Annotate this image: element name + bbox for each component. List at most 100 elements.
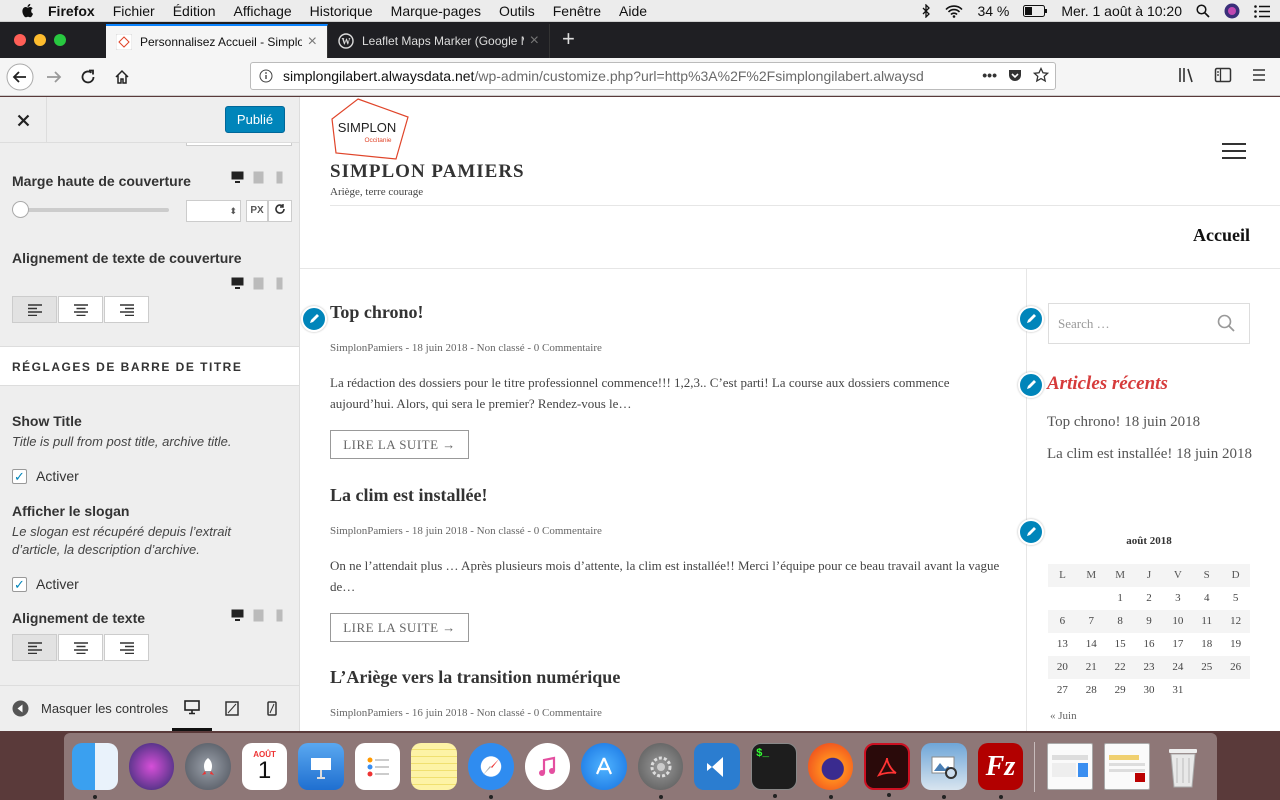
filezilla-icon[interactable]: Fz [977,743,1024,799]
acrobat-icon[interactable] [864,743,911,797]
notification-center-icon[interactable] [1254,4,1270,18]
dock-document-thumbnail[interactable] [1103,743,1150,790]
reminders-icon[interactable] [354,743,401,790]
cover-margin-slider[interactable] [12,208,169,212]
url-bar[interactable]: simplongilabert.alwaysdata.net/wp-admin/… [250,62,1056,90]
tablet-icon[interactable] [252,277,265,290]
wifi-icon[interactable] [945,4,964,18]
apple-icon[interactable] [20,3,34,18]
edit-shortcut-button[interactable] [1018,306,1044,332]
home-button[interactable] [108,63,136,91]
pocket-icon[interactable] [1007,67,1023,83]
align-left-button[interactable] [12,296,57,323]
tab-customize[interactable]: Personnalisez Accueil - Simplon × [106,24,328,58]
search-input[interactable]: Search … [1048,303,1250,344]
menu-edition[interactable]: Édition [173,0,216,22]
tablet-icon[interactable] [252,609,265,622]
clock[interactable]: Mer. 1 août à 10:20 [1061,3,1182,19]
spotlight-search-icon[interactable] [1196,4,1210,18]
align-left-button[interactable] [12,634,57,661]
edit-shortcut-button[interactable] [1018,519,1044,545]
menu-fenetre[interactable]: Fenêtre [553,0,601,22]
menu-marque-pages[interactable]: Marque-pages [391,0,481,22]
mobile-icon[interactable] [273,277,286,290]
post-title[interactable]: Top chrono! [330,302,424,323]
mobile-menu-icon[interactable] [1222,143,1246,159]
close-customizer-button[interactable] [0,97,47,143]
battery-percent[interactable]: 34 % [977,3,1009,19]
read-more-button[interactable]: LIRE LA SUITE → [330,430,469,459]
zoom-window-button[interactable] [54,34,66,46]
new-tab-icon[interactable]: + [562,26,575,52]
menu-outils[interactable]: Outils [499,0,535,22]
site-title[interactable]: SIMPLON PAMIERS [330,161,525,183]
bluetooth-icon[interactable] [922,4,931,18]
show-title-checkbox[interactable]: ✓ Activer [12,468,79,484]
siri-icon[interactable] [1224,3,1240,19]
align-right-button[interactable] [104,634,149,661]
slogan-checkbox[interactable]: ✓ Activer [12,576,79,592]
hide-controls-button[interactable]: Masquer les controles [12,700,172,717]
recent-post-link[interactable]: Top chrono! 18 juin 2018 [1047,410,1257,435]
preview-tablet-button[interactable] [212,687,252,731]
forward-button[interactable] [40,63,68,91]
calendar-icon[interactable]: AOÛT 1 [241,743,288,790]
tablet-icon[interactable] [252,171,265,184]
sidebar-toggle-icon[interactable] [1214,66,1232,84]
post-title[interactable]: La clim est installée! [330,485,487,506]
menu-affichage[interactable]: Affichage [234,0,292,22]
cover-margin-slider-handle[interactable] [12,201,29,218]
checkbox-checked-icon[interactable]: ✓ [12,576,27,592]
desktop-icon[interactable] [231,277,244,290]
close-tab-icon[interactable]: × [530,32,539,50]
edit-shortcut-button[interactable] [301,306,327,332]
finder-icon[interactable] [72,743,118,799]
dock-window-thumbnail[interactable] [1047,743,1093,790]
vscode-icon[interactable] [694,743,740,790]
launchpad-icon[interactable] [185,743,231,790]
preview-mobile-button[interactable] [252,687,292,731]
siri-icon[interactable] [128,743,175,790]
keynote-icon[interactable] [298,743,344,790]
calendar-prev-link[interactable]: « Juin [1050,710,1077,722]
desktop-icon[interactable] [231,171,244,184]
bookmark-star-icon[interactable] [1033,67,1049,83]
edit-shortcut-button[interactable] [1018,372,1044,398]
mobile-icon[interactable] [273,609,286,622]
post-title[interactable]: L’Ariège vers la transition numérique [330,667,620,688]
back-button[interactable] [6,63,34,91]
menu-fichier[interactable]: Fichier [113,0,155,22]
info-icon[interactable] [259,69,273,83]
menu-app-name[interactable]: Firefox [48,0,95,22]
preview-desktop-button[interactable] [172,687,212,731]
mobile-icon[interactable] [273,171,286,184]
library-icon[interactable] [1178,66,1196,84]
checkbox-checked-icon[interactable]: ✓ [12,468,27,484]
system-preferences-icon[interactable] [637,743,684,799]
safari-icon[interactable] [468,743,514,799]
align-center-button[interactable] [58,634,103,661]
page-actions-icon[interactable]: ••• [982,67,997,83]
search-icon[interactable] [1217,314,1235,332]
recent-post-link[interactable]: La clim est installée! 18 juin 2018 [1047,442,1257,467]
cover-margin-input[interactable]: ⬍ [186,200,241,222]
align-center-button[interactable] [58,296,103,323]
preview-app-icon[interactable] [921,743,967,799]
reload-button[interactable] [74,63,102,91]
minimize-window-button[interactable] [34,34,46,46]
desktop-icon[interactable] [231,609,244,622]
firefox-icon[interactable] [807,743,854,799]
hamburger-menu-icon[interactable] [1250,66,1268,84]
menu-aide[interactable]: Aide [619,0,647,22]
align-right-button[interactable] [104,296,149,323]
tab-leaflet[interactable]: W Leaflet Maps Marker (Google M × [328,24,550,58]
close-tab-icon[interactable]: × [308,33,317,51]
publish-button[interactable]: Publié [225,106,285,133]
close-window-button[interactable] [14,34,26,46]
notes-icon[interactable] [411,743,458,790]
itunes-icon[interactable] [524,743,571,790]
read-more-button[interactable]: LIRE LA SUITE → [330,613,469,642]
battery-icon[interactable] [1023,5,1048,17]
app-store-icon[interactable] [581,743,627,790]
terminal-icon[interactable]: $_ [750,743,797,798]
